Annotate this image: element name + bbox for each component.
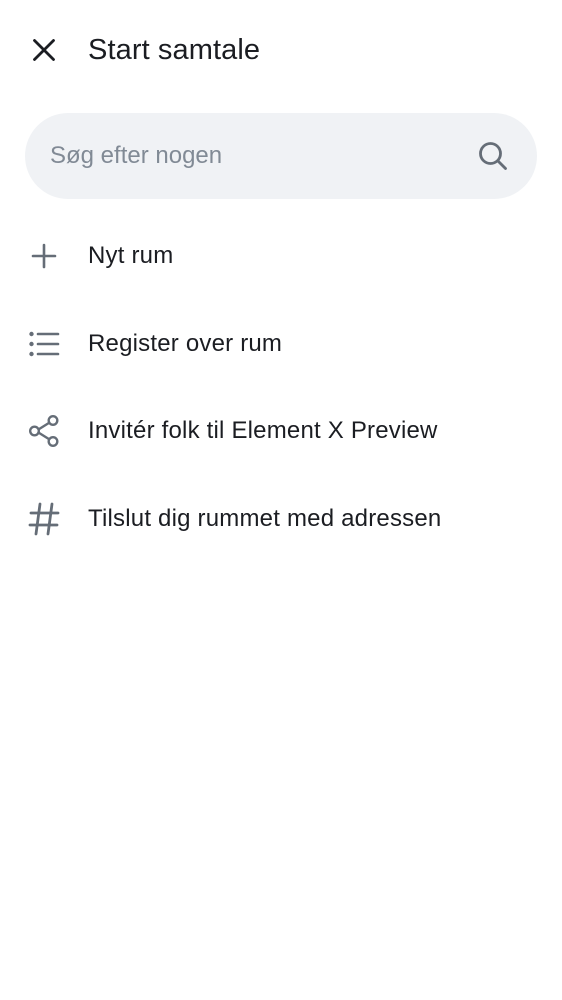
menu-item-invite-people[interactable]: Invitér folk til Element X Preview [0, 387, 562, 475]
search-bar[interactable] [25, 113, 537, 199]
search-icon[interactable] [477, 140, 509, 172]
share-icon [26, 413, 62, 449]
menu-item-room-directory[interactable]: Register over rum [0, 300, 562, 388]
page-title: Start samtale [88, 34, 261, 66]
menu-item-label: Invitér folk til Element X Preview [88, 417, 438, 444]
start-chat-screen: Start samtale Nyt rum [0, 0, 562, 1000]
menu-item-join-by-address[interactable]: Tilslut dig rummet med adressen [0, 475, 562, 563]
close-icon [32, 38, 56, 62]
start-chat-options: Nyt rum Register over rum Invitér folk t… [0, 212, 562, 562]
search-input[interactable] [50, 113, 460, 199]
menu-item-label: Nyt rum [88, 242, 174, 269]
plus-icon [26, 238, 62, 274]
close-button[interactable] [22, 28, 66, 72]
menu-item-new-room[interactable]: Nyt rum [0, 212, 562, 300]
top-app-bar: Start samtale [0, 0, 562, 100]
list-icon [26, 326, 62, 362]
menu-item-label: Register over rum [88, 329, 283, 357]
menu-item-label: Tilslut dig rummet med adressen [88, 504, 442, 532]
hash-icon [26, 501, 62, 537]
